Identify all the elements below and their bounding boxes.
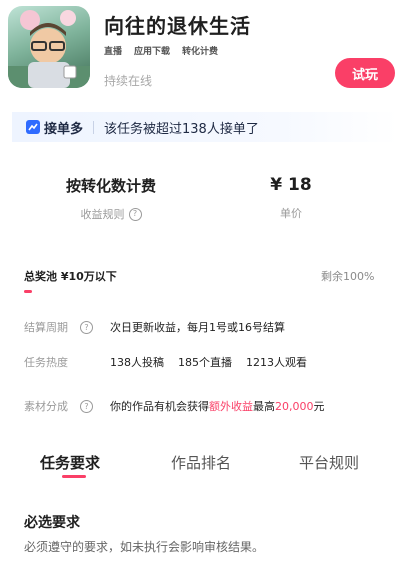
viewers-count: 1213人观看 bbox=[246, 356, 307, 369]
requirements-description: 必须遵守的要求，如未执行会影响审核结果。 bbox=[24, 540, 265, 554]
material-share-value: 你的作品有机会获得额外收益最高20,000元 bbox=[110, 398, 325, 414]
share-prefix: 你的作品有机会获得 bbox=[110, 400, 209, 413]
submissions-count: 138人投稿 bbox=[110, 356, 164, 369]
banner-text: 该任务被超过138人接单了 bbox=[104, 121, 259, 137]
max-amount: 20,000 bbox=[275, 400, 314, 413]
tab-bar: 任务要求 作品排名 平台规则 bbox=[0, 446, 398, 486]
revenue-rules-link[interactable]: 收益规则 ? bbox=[52, 206, 170, 222]
revenue-rules-label: 收益规则 bbox=[80, 208, 125, 221]
requirements-title: 必选要求 bbox=[24, 515, 80, 531]
billing-type: 按转化数计费 bbox=[65, 177, 156, 195]
tab-work-ranking[interactable]: 作品排名 bbox=[171, 452, 231, 473]
trend-chart-icon bbox=[26, 120, 40, 134]
tag-list: 直播 应用下载 转化计费 bbox=[104, 44, 218, 57]
price-metric: ¥ 18 单价 bbox=[251, 175, 331, 221]
active-tab-indicator bbox=[62, 475, 86, 478]
billing-metric: 按转化数计费 收益规则 ? bbox=[52, 175, 170, 222]
settlement-value: 次日更新收益，每月1号或16号结算 bbox=[110, 321, 285, 334]
extra-income-highlight: 额外收益 bbox=[209, 400, 253, 413]
tab-platform-rules[interactable]: 平台规则 bbox=[299, 452, 359, 473]
app-icon[interactable] bbox=[8, 6, 90, 88]
settlement-label: 结算周期 bbox=[24, 321, 68, 334]
unit-price: ¥ 18 bbox=[270, 175, 312, 195]
help-icon[interactable]: ? bbox=[80, 400, 93, 414]
tag-conversion-billing: 转化计费 bbox=[182, 47, 219, 57]
help-icon[interactable]: ? bbox=[128, 207, 142, 221]
prize-pool-label: 总奖池 ¥10万以下 bbox=[24, 270, 117, 283]
task-header: 向往的退休生活 直播 应用下载 转化计费 持续在线 试玩 bbox=[0, 0, 398, 110]
order-count-banner[interactable]: 接单多 该任务被超过138人接单了 bbox=[12, 112, 398, 142]
unit-price-label: 单价 bbox=[280, 207, 302, 220]
share-mid: 最高 bbox=[253, 400, 275, 413]
tab-task-requirements[interactable]: 任务要求 bbox=[40, 452, 100, 473]
task-heat-row: 任务热度 138人投稿 185个直播 1213人观看 bbox=[24, 354, 307, 370]
material-share-label: 素材分成 bbox=[24, 400, 68, 413]
tag-app-download: 应用下载 bbox=[134, 47, 171, 57]
prize-pool-remaining: 剩余100% bbox=[321, 270, 375, 283]
material-share-row: 素材分成 ? 你的作品有机会获得额外收益最高20,000元 bbox=[24, 398, 325, 414]
online-status: 持续在线 bbox=[104, 74, 153, 88]
settlement-row: 结算周期 ? 次日更新收益，每月1号或16号结算 bbox=[24, 319, 285, 335]
app-title: 向往的退休生活 bbox=[104, 14, 251, 38]
try-button[interactable]: 试玩 bbox=[335, 58, 395, 88]
prize-pool-progress-bar bbox=[24, 290, 32, 293]
task-heat-label: 任务热度 bbox=[24, 356, 68, 369]
help-icon[interactable]: ? bbox=[80, 321, 93, 335]
banner-divider bbox=[93, 120, 95, 134]
share-suffix: 元 bbox=[313, 400, 325, 413]
live-count: 185个直播 bbox=[178, 356, 232, 369]
tag-live: 直播 bbox=[104, 47, 123, 57]
banner-brand: 接单多 bbox=[44, 121, 84, 137]
